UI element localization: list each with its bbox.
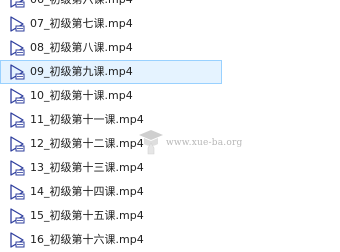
file-name: 15_初级第十五课.mp4: [30, 209, 144, 222]
file-item[interactable]: 14_初级第十四课.mp4: [0, 180, 340, 204]
file-item[interactable]: 06_初级第六课.mp4: [0, 0, 340, 12]
file-item-selected[interactable]: 09_初级第九课.mp4: [0, 60, 340, 84]
watermark: www.xue-ba.org: [138, 126, 248, 162]
video-file-icon: [10, 64, 25, 80]
file-name: 14_初级第十四课.mp4: [30, 185, 144, 198]
video-file-icon: [10, 136, 25, 152]
file-name: 13_初级第十三课.mp4: [30, 161, 144, 174]
video-file-icon: [10, 208, 25, 224]
file-item[interactable]: 07_初级第七课.mp4: [0, 12, 340, 36]
file-name: 08_初级第八课.mp4: [30, 41, 133, 54]
file-name: 09_初级第九课.mp4: [30, 65, 133, 78]
file-item[interactable]: 10_初级第十课.mp4: [0, 84, 340, 108]
video-file-icon: [10, 88, 25, 104]
file-item[interactable]: 16_初级第十六课.mp4: [0, 228, 340, 252]
video-file-icon: [10, 184, 25, 200]
file-name: 12_初级第十二课.mp4: [30, 137, 144, 150]
video-file-icon: [10, 40, 25, 56]
file-item[interactable]: 15_初级第十五课.mp4: [0, 204, 340, 228]
video-file-icon: [10, 0, 25, 8]
file-name: 16_初级第十六课.mp4: [30, 233, 144, 246]
file-name: 07_初级第七课.mp4: [30, 17, 133, 30]
file-name: 10_初级第十课.mp4: [30, 89, 133, 102]
video-file-icon: [10, 16, 25, 32]
file-name: 06_初级第六课.mp4: [30, 0, 133, 12]
video-file-icon: [10, 112, 25, 128]
file-name: 11_初级第十一课.mp4: [30, 113, 144, 126]
watermark-text: www.xue-ba.org: [166, 138, 243, 148]
graduation-cap-icon: [139, 130, 163, 155]
video-file-icon: [10, 160, 25, 176]
file-item[interactable]: 08_初级第八课.mp4: [0, 36, 340, 60]
video-file-icon: [10, 232, 25, 248]
